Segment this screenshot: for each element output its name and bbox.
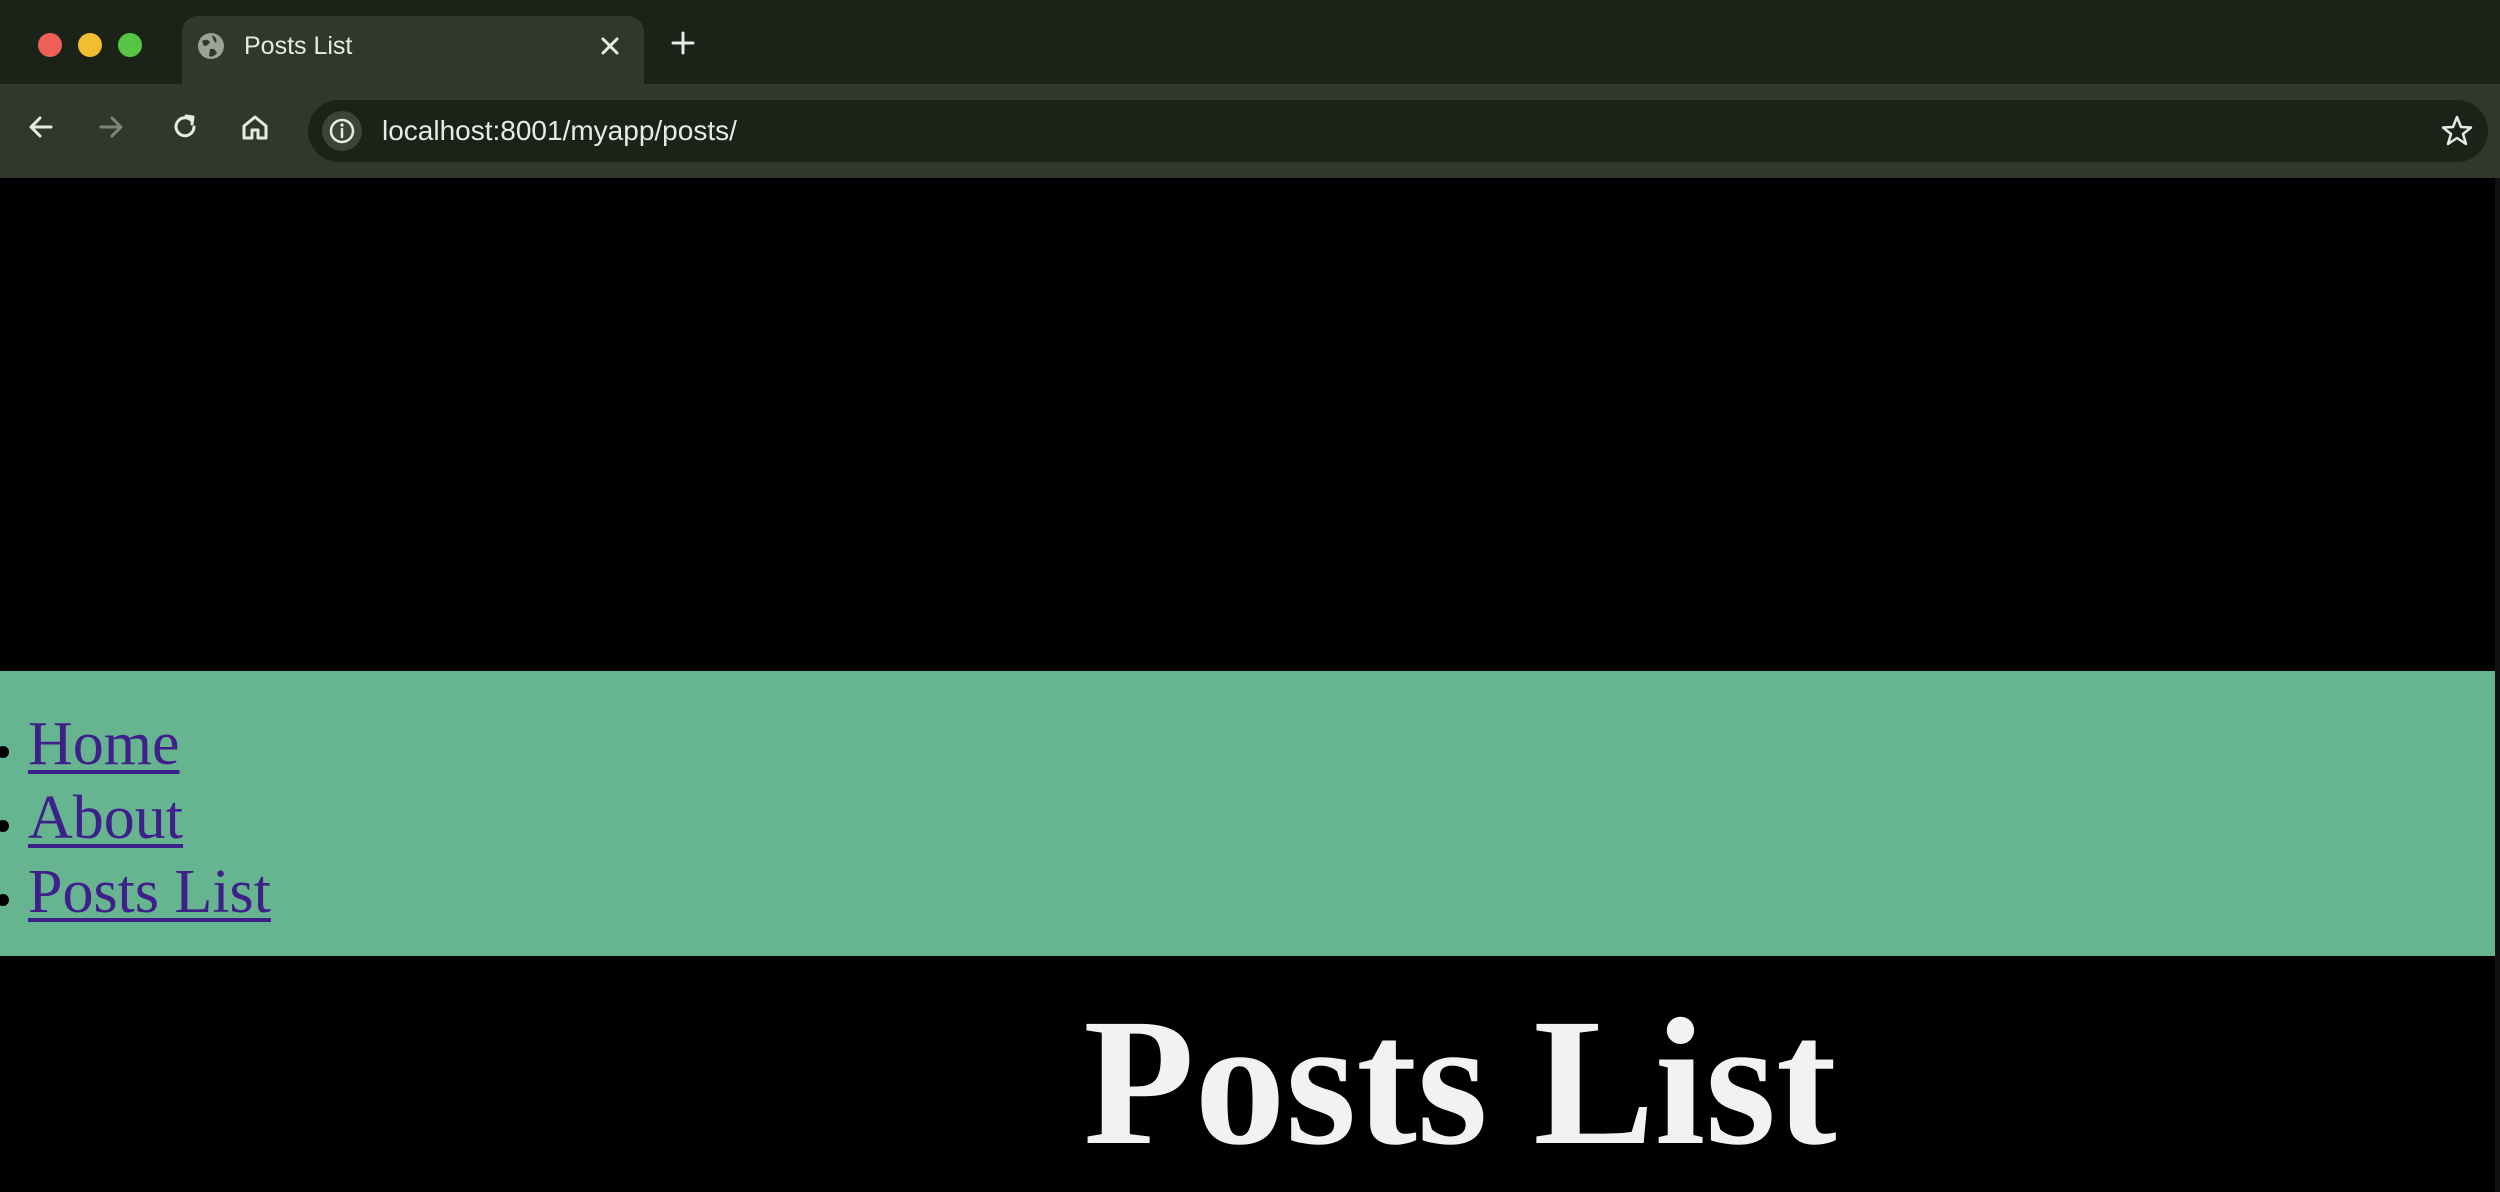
page-title: Posts List	[1083, 982, 1837, 1183]
arrow-right-icon[interactable]	[92, 108, 130, 146]
info-icon[interactable]	[322, 111, 362, 151]
nav-item-posts-list: Posts List	[28, 855, 271, 929]
nav-item-about: About	[28, 781, 271, 855]
reload-icon[interactable]	[166, 108, 204, 146]
home-icon[interactable]	[236, 108, 274, 146]
home-link[interactable]: Home	[28, 710, 180, 778]
address-bar[interactable]: localhost:8001/myapp/posts/	[308, 100, 2488, 162]
posts-list-link[interactable]: Posts List	[28, 858, 271, 926]
star-icon[interactable]	[2438, 112, 2476, 150]
minimize-window-button[interactable]	[78, 33, 102, 57]
arrow-left-icon[interactable]	[22, 108, 60, 146]
tab-posts-list[interactable]: Posts List	[182, 16, 644, 84]
globe-icon	[198, 33, 224, 59]
page-viewport: Home About Posts List Posts List	[0, 178, 2500, 1192]
nav-list: Home About Posts List	[0, 707, 271, 929]
browser-chrome: Posts List localhost:8001/myapp/posts/	[0, 0, 2500, 178]
tab-strip: Posts List	[0, 0, 2500, 84]
maximize-window-button[interactable]	[118, 33, 142, 57]
close-window-button[interactable]	[38, 33, 62, 57]
plus-icon[interactable]	[666, 26, 700, 60]
url-text[interactable]: localhost:8001/myapp/posts/	[382, 113, 737, 149]
tab-title: Posts List	[244, 32, 353, 60]
browser-toolbar: localhost:8001/myapp/posts/	[0, 84, 2500, 178]
close-icon[interactable]	[592, 28, 628, 64]
nav-item-home: Home	[28, 707, 271, 781]
about-link[interactable]: About	[28, 784, 183, 852]
window-edge	[2495, 178, 2500, 1192]
site-nav: Home About Posts List	[0, 671, 2495, 956]
